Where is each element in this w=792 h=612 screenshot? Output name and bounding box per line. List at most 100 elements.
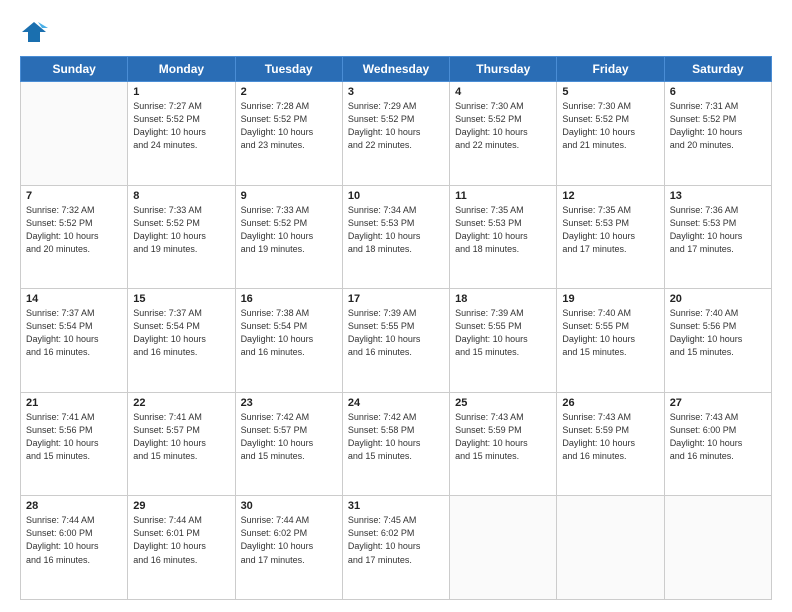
weekday-header-monday: Monday <box>128 57 235 82</box>
calendar-cell: 2 Sunrise: 7:28 AM Sunset: 5:52 PM Daylig… <box>235 82 342 186</box>
day-info: Sunrise: 7:44 AM Sunset: 6:02 PM Dayligh… <box>241 514 337 566</box>
day-info: Sunrise: 7:29 AM Sunset: 5:52 PM Dayligh… <box>348 100 444 152</box>
day-number: 27 <box>670 397 766 409</box>
day-info: Sunrise: 7:45 AM Sunset: 6:02 PM Dayligh… <box>348 514 444 566</box>
day-info: Sunrise: 7:40 AM Sunset: 5:56 PM Dayligh… <box>670 307 766 359</box>
day-number: 4 <box>455 86 551 98</box>
calendar-week-row: 14 Sunrise: 7:37 AM Sunset: 5:54 PM Dayli… <box>21 289 772 393</box>
calendar-cell: 14 Sunrise: 7:37 AM Sunset: 5:54 PM Dayli… <box>21 289 128 393</box>
calendar-cell: 3Sunrise: 7:29 AM Sunset: 5:52 PM Daylig… <box>342 82 449 186</box>
calendar-cell: 23 Sunrise: 7:42 AM Sunset: 5:57 PM Dayli… <box>235 392 342 496</box>
day-info: Sunrise: 7:42 AM Sunset: 5:57 PM Dayligh… <box>241 411 337 463</box>
calendar-cell: 10 Sunrise: 7:34 AM Sunset: 5:53 PM Dayli… <box>342 185 449 289</box>
calendar-cell: 1 Sunrise: 7:27 AM Sunset: 5:52 PM Daylig… <box>128 82 235 186</box>
day-info: Sunrise: 7:33 AM Sunset: 5:52 PM Dayligh… <box>241 204 337 256</box>
day-number: 1 <box>133 86 229 98</box>
day-number: 16 <box>241 293 337 305</box>
calendar-week-row: 28 Sunrise: 7:44 AM Sunset: 6:00 PM Dayli… <box>21 496 772 600</box>
calendar-cell <box>664 496 771 600</box>
day-info: Sunrise: 7:31 AM Sunset: 5:52 PM Dayligh… <box>670 100 766 152</box>
day-number: 2 <box>241 86 337 98</box>
day-number: 14 <box>26 293 122 305</box>
day-info: Sunrise: 7:33 AM Sunset: 5:52 PM Dayligh… <box>133 204 229 256</box>
calendar-cell: 27Sunrise: 7:43 AM Sunset: 6:00 PM Dayli… <box>664 392 771 496</box>
calendar-cell: 8Sunrise: 7:33 AM Sunset: 5:52 PM Daylig… <box>128 185 235 289</box>
calendar-cell: 28 Sunrise: 7:44 AM Sunset: 6:00 PM Dayli… <box>21 496 128 600</box>
calendar-week-row: 21 Sunrise: 7:41 AM Sunset: 5:56 PM Dayli… <box>21 392 772 496</box>
day-number: 7 <box>26 190 122 202</box>
day-number: 18 <box>455 293 551 305</box>
calendar-cell: 29 Sunrise: 7:44 AM Sunset: 6:01 PM Dayli… <box>128 496 235 600</box>
calendar-cell: 6 Sunrise: 7:31 AM Sunset: 5:52 PM Daylig… <box>664 82 771 186</box>
day-info: Sunrise: 7:42 AM Sunset: 5:58 PM Dayligh… <box>348 411 444 463</box>
day-info: Sunrise: 7:35 AM Sunset: 5:53 PM Dayligh… <box>455 204 551 256</box>
day-info: Sunrise: 7:39 AM Sunset: 5:55 PM Dayligh… <box>348 307 444 359</box>
weekday-header-sunday: Sunday <box>21 57 128 82</box>
day-info: Sunrise: 7:35 AM Sunset: 5:53 PM Dayligh… <box>562 204 658 256</box>
day-info: Sunrise: 7:44 AM Sunset: 6:00 PM Dayligh… <box>26 514 122 566</box>
calendar-cell: 5 Sunrise: 7:30 AM Sunset: 5:52 PM Daylig… <box>557 82 664 186</box>
calendar-cell: 13 Sunrise: 7:36 AM Sunset: 5:53 PM Dayli… <box>664 185 771 289</box>
day-info: Sunrise: 7:40 AM Sunset: 5:55 PM Dayligh… <box>562 307 658 359</box>
day-info: Sunrise: 7:34 AM Sunset: 5:53 PM Dayligh… <box>348 204 444 256</box>
day-number: 9 <box>241 190 337 202</box>
logo-icon <box>20 18 48 46</box>
day-info: Sunrise: 7:36 AM Sunset: 5:53 PM Dayligh… <box>670 204 766 256</box>
weekday-header-friday: Friday <box>557 57 664 82</box>
day-info: Sunrise: 7:28 AM Sunset: 5:52 PM Dayligh… <box>241 100 337 152</box>
day-number: 12 <box>562 190 658 202</box>
calendar-week-row: 1 Sunrise: 7:27 AM Sunset: 5:52 PM Daylig… <box>21 82 772 186</box>
day-number: 26 <box>562 397 658 409</box>
day-number: 19 <box>562 293 658 305</box>
calendar-cell: 18 Sunrise: 7:39 AM Sunset: 5:55 PM Dayli… <box>450 289 557 393</box>
weekday-header-tuesday: Tuesday <box>235 57 342 82</box>
calendar-cell: 19 Sunrise: 7:40 AM Sunset: 5:55 PM Dayli… <box>557 289 664 393</box>
calendar-table: SundayMondayTuesdayWednesdayThursdayFrid… <box>20 56 772 600</box>
logo <box>20 18 52 46</box>
calendar-cell: 16 Sunrise: 7:38 AM Sunset: 5:54 PM Dayli… <box>235 289 342 393</box>
day-number: 28 <box>26 500 122 512</box>
weekday-header-row: SundayMondayTuesdayWednesdayThursdayFrid… <box>21 57 772 82</box>
day-info: Sunrise: 7:27 AM Sunset: 5:52 PM Dayligh… <box>133 100 229 152</box>
day-info: Sunrise: 7:32 AM Sunset: 5:52 PM Dayligh… <box>26 204 122 256</box>
calendar-cell: 26Sunrise: 7:43 AM Sunset: 5:59 PM Dayli… <box>557 392 664 496</box>
day-number: 31 <box>348 500 444 512</box>
calendar-cell: 21 Sunrise: 7:41 AM Sunset: 5:56 PM Dayli… <box>21 392 128 496</box>
day-number: 29 <box>133 500 229 512</box>
day-number: 6 <box>670 86 766 98</box>
day-number: 15 <box>133 293 229 305</box>
header <box>20 18 772 46</box>
day-number: 21 <box>26 397 122 409</box>
calendar-cell <box>557 496 664 600</box>
day-number: 24 <box>348 397 444 409</box>
day-number: 22 <box>133 397 229 409</box>
weekday-header-saturday: Saturday <box>664 57 771 82</box>
calendar-cell: 15Sunrise: 7:37 AM Sunset: 5:54 PM Dayli… <box>128 289 235 393</box>
calendar-cell: 4 Sunrise: 7:30 AM Sunset: 5:52 PM Daylig… <box>450 82 557 186</box>
calendar-cell: 12 Sunrise: 7:35 AM Sunset: 5:53 PM Dayli… <box>557 185 664 289</box>
day-number: 23 <box>241 397 337 409</box>
day-info: Sunrise: 7:30 AM Sunset: 5:52 PM Dayligh… <box>562 100 658 152</box>
calendar-cell: 17Sunrise: 7:39 AM Sunset: 5:55 PM Dayli… <box>342 289 449 393</box>
day-number: 5 <box>562 86 658 98</box>
calendar-cell: 31 Sunrise: 7:45 AM Sunset: 6:02 PM Dayli… <box>342 496 449 600</box>
page: SundayMondayTuesdayWednesdayThursdayFrid… <box>0 0 792 612</box>
day-number: 25 <box>455 397 551 409</box>
day-number: 11 <box>455 190 551 202</box>
calendar-cell: 30 Sunrise: 7:44 AM Sunset: 6:02 PM Dayli… <box>235 496 342 600</box>
day-number: 13 <box>670 190 766 202</box>
day-info: Sunrise: 7:30 AM Sunset: 5:52 PM Dayligh… <box>455 100 551 152</box>
calendar-cell: 25Sunrise: 7:43 AM Sunset: 5:59 PM Dayli… <box>450 392 557 496</box>
day-info: Sunrise: 7:38 AM Sunset: 5:54 PM Dayligh… <box>241 307 337 359</box>
calendar-cell: 20 Sunrise: 7:40 AM Sunset: 5:56 PM Dayli… <box>664 289 771 393</box>
day-number: 30 <box>241 500 337 512</box>
day-number: 20 <box>670 293 766 305</box>
day-info: Sunrise: 7:44 AM Sunset: 6:01 PM Dayligh… <box>133 514 229 566</box>
day-info: Sunrise: 7:41 AM Sunset: 5:56 PM Dayligh… <box>26 411 122 463</box>
day-number: 10 <box>348 190 444 202</box>
day-info: Sunrise: 7:37 AM Sunset: 5:54 PM Dayligh… <box>26 307 122 359</box>
calendar-cell: 9 Sunrise: 7:33 AM Sunset: 5:52 PM Daylig… <box>235 185 342 289</box>
calendar-cell: 11 Sunrise: 7:35 AM Sunset: 5:53 PM Dayli… <box>450 185 557 289</box>
day-info: Sunrise: 7:39 AM Sunset: 5:55 PM Dayligh… <box>455 307 551 359</box>
calendar-cell: 7 Sunrise: 7:32 AM Sunset: 5:52 PM Daylig… <box>21 185 128 289</box>
